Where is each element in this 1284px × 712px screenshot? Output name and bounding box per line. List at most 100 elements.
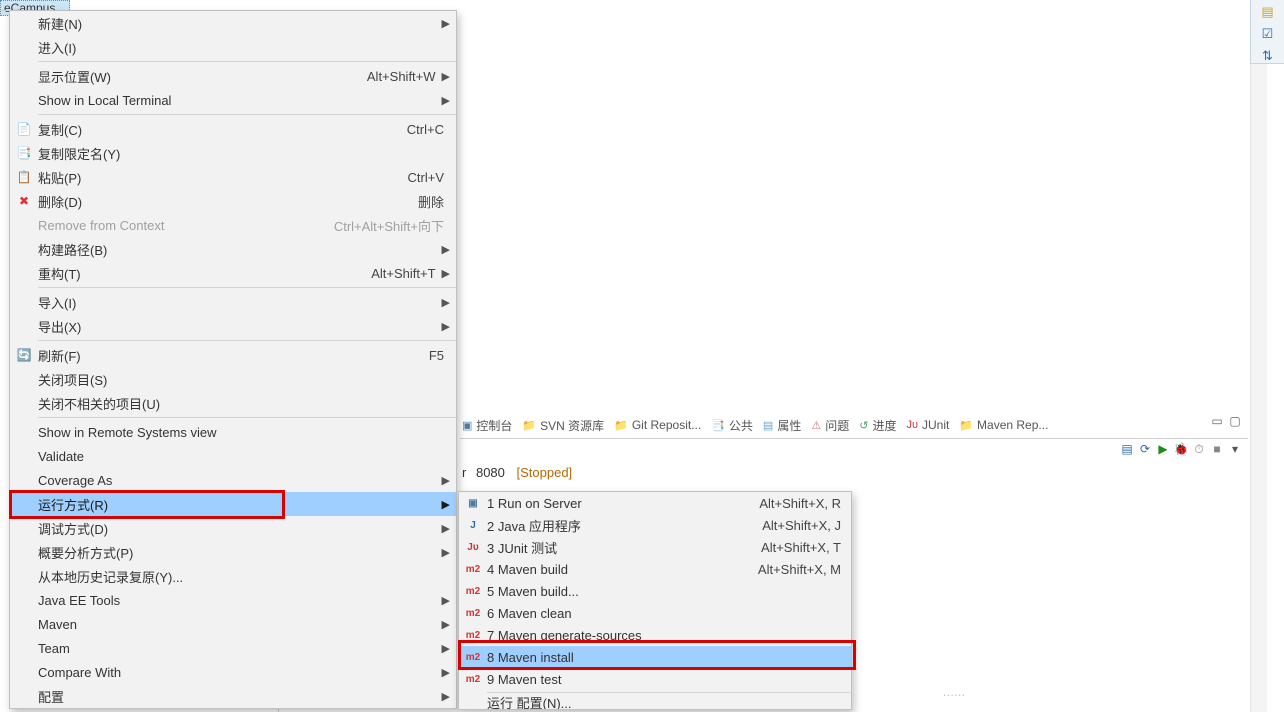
runas-mvninstall[interactable]: m28 Maven install	[459, 646, 851, 668]
tab-public[interactable]: 📑 公共	[711, 417, 753, 434]
publish-icon[interactable]: ⟳	[1138, 442, 1152, 456]
copy-shortcut: Ctrl+C	[407, 122, 444, 137]
server-menu-icon[interactable]: ▾	[1228, 442, 1242, 456]
debug-server-icon[interactable]: 🐞	[1174, 442, 1188, 456]
menu-separator	[38, 417, 456, 418]
restorelocal-label: 从本地历史记录复原(Y)...	[38, 567, 450, 586]
delete-shortcut: 删除	[418, 192, 444, 211]
tab-progress[interactable]: ↺进度	[859, 417, 896, 434]
remoteview-label: Show in Remote Systems view	[38, 425, 450, 440]
tab-problems[interactable]: ⚠问题	[811, 417, 849, 434]
showin-label: 显示位置(W)	[38, 67, 367, 86]
ctx-validate[interactable]: Validate	[10, 444, 456, 468]
ctx-comparewith[interactable]: Compare With▶	[10, 660, 456, 684]
ctx-coverage[interactable]: Coverage As▶	[10, 468, 456, 492]
chevron-right-icon: ▶	[442, 17, 450, 30]
tab-mavenrep[interactable]: 📁Maven Rep...	[959, 418, 1048, 432]
tab-console[interactable]: ▣控制台	[462, 417, 512, 434]
profile-server-icon[interactable]: ⏱	[1192, 442, 1206, 456]
repo-icon[interactable]: ⇅	[1260, 48, 1276, 64]
new-label: 新建(N)	[38, 14, 442, 33]
runas-javaapp[interactable]: J2 Java 应用程序Alt+Shift+X, J	[459, 514, 851, 536]
configure-label: 配置	[38, 687, 442, 706]
ctx-copyqn[interactable]: 📑复制限定名(Y)	[10, 141, 456, 165]
chevron-right-icon: ▶	[442, 320, 450, 333]
menu-separator	[38, 340, 456, 341]
javaapp-shortcut: Alt+Shift+X, J	[762, 518, 841, 533]
ctx-export[interactable]: 导出(X)▶	[10, 314, 456, 338]
runas-label: 运行方式(R)	[38, 495, 442, 514]
tab-git[interactable]: 📁Git Reposit...	[614, 418, 701, 432]
mvnclean-icon: m2	[459, 608, 487, 619]
copyqn-icon: 📑	[10, 146, 38, 160]
chevron-right-icon: ▶	[442, 474, 450, 487]
paste-icon: 📋	[10, 170, 38, 184]
ctx-profileas[interactable]: 概要分析方式(P)▶	[10, 540, 456, 564]
ctx-closeunrel[interactable]: 关闭不相关的项目(U)	[10, 391, 456, 415]
junit-label: 3 JUnit 测试	[487, 538, 761, 557]
ctx-refactor[interactable]: 重构(T)Alt+Shift+T▶	[10, 261, 456, 285]
runas-runconfig[interactable]: 运行 配置(N)...	[459, 695, 851, 709]
ctx-runas[interactable]: 运行方式(R)▶	[10, 492, 456, 516]
start-server-icon[interactable]: ▶	[1156, 442, 1170, 456]
refresh-label: 刷新(F)	[38, 346, 429, 365]
public-label: 公共	[729, 417, 753, 434]
removectx-label: Remove from Context	[38, 218, 334, 233]
ctx-team[interactable]: Team▶	[10, 636, 456, 660]
runas-submenu: ▣1 Run on ServerAlt+Shift+X, RJ2 Java 应用…	[458, 491, 852, 710]
ctx-debugas[interactable]: 调试方式(D)▶	[10, 516, 456, 540]
runas-mvnbuild[interactable]: m24 Maven buildAlt+Shift+X, M	[459, 558, 851, 580]
minimize-icon[interactable]: ▭	[1210, 414, 1224, 428]
ctx-refresh[interactable]: 🔄刷新(F)F5	[10, 343, 456, 367]
public-icon: 📑	[711, 419, 725, 432]
chevron-right-icon: ▶	[442, 267, 450, 280]
ctx-remoteview[interactable]: Show in Remote Systems view	[10, 420, 456, 444]
panel-divider	[460, 438, 1248, 439]
menu-separator	[38, 61, 456, 62]
into-label: 进入(I)	[38, 38, 450, 57]
refactor-label: 重构(T)	[38, 264, 371, 283]
ctx-restorelocal[interactable]: 从本地历史记录复原(Y)...	[10, 564, 456, 588]
closeproj-label: 关闭项目(S)	[38, 370, 450, 389]
ctx-closeproj[interactable]: 关闭项目(S)	[10, 367, 456, 391]
tab-svn[interactable]: 📁SVN 资源库	[522, 417, 604, 434]
ctx-configure[interactable]: 配置▶	[10, 684, 456, 708]
chevron-right-icon: ▶	[442, 546, 450, 559]
copyqn-label: 复制限定名(Y)	[38, 144, 450, 163]
scrollbar-vertical[interactable]	[1250, 0, 1267, 712]
validate-label: Validate	[38, 449, 450, 464]
server-name-cut: r	[462, 465, 466, 480]
server-entry[interactable]: r 8080 [Stopped]	[462, 465, 572, 480]
mvninstall-icon: m2	[459, 652, 487, 663]
jeetools-label: Java EE Tools	[38, 593, 442, 608]
ctx-delete[interactable]: ✖删除(D)删除	[10, 189, 456, 213]
outline-icon[interactable]: ▤	[1260, 4, 1276, 20]
runas-mvntest[interactable]: m29 Maven test	[459, 668, 851, 690]
server-toolbar: ▤ ⟳ ▶ 🐞 ⏱ ■ ▾	[1120, 442, 1242, 456]
ctx-paste[interactable]: 📋粘贴(P)Ctrl+V	[10, 165, 456, 189]
ctx-buildpath[interactable]: 构建路径(B)▶	[10, 237, 456, 261]
ctx-new[interactable]: 新建(N)▶	[10, 11, 456, 35]
ctx-maven[interactable]: Maven▶	[10, 612, 456, 636]
ctx-import[interactable]: 导入(I)▶	[10, 290, 456, 314]
runas-runserver[interactable]: ▣1 Run on ServerAlt+Shift+X, R	[459, 492, 851, 514]
runas-junit[interactable]: Jᴜ3 JUnit 测试Alt+Shift+X, T	[459, 536, 851, 558]
tab-props[interactable]: ▤属性	[763, 417, 801, 434]
stop-server-icon[interactable]: ■	[1210, 442, 1224, 456]
junit-icon: Jᴜ	[906, 419, 918, 431]
maximize-icon[interactable]: ▢	[1228, 414, 1242, 428]
ctx-into[interactable]: 进入(I)	[10, 35, 456, 59]
resize-handle[interactable]: ••••••	[930, 693, 980, 698]
views-tab-controls: ▭ ▢	[1210, 414, 1242, 428]
task-list-icon[interactable]: ☑	[1260, 26, 1276, 42]
runas-mvngensrc[interactable]: m27 Maven generate-sources	[459, 624, 851, 646]
runas-mvnclean[interactable]: m26 Maven clean	[459, 602, 851, 624]
runas-mvnbuild2[interactable]: m25 Maven build...	[459, 580, 851, 602]
chevron-right-icon: ▶	[442, 666, 450, 679]
ctx-showin[interactable]: 显示位置(W)Alt+Shift+W▶	[10, 64, 456, 88]
link-editor-icon[interactable]: ▤	[1120, 442, 1134, 456]
ctx-copy[interactable]: 📄复制(C)Ctrl+C	[10, 117, 456, 141]
tab-junit[interactable]: JᴜJUnit	[906, 418, 949, 432]
ctx-localterm[interactable]: Show in Local Terminal▶	[10, 88, 456, 112]
ctx-jeetools[interactable]: Java EE Tools▶	[10, 588, 456, 612]
